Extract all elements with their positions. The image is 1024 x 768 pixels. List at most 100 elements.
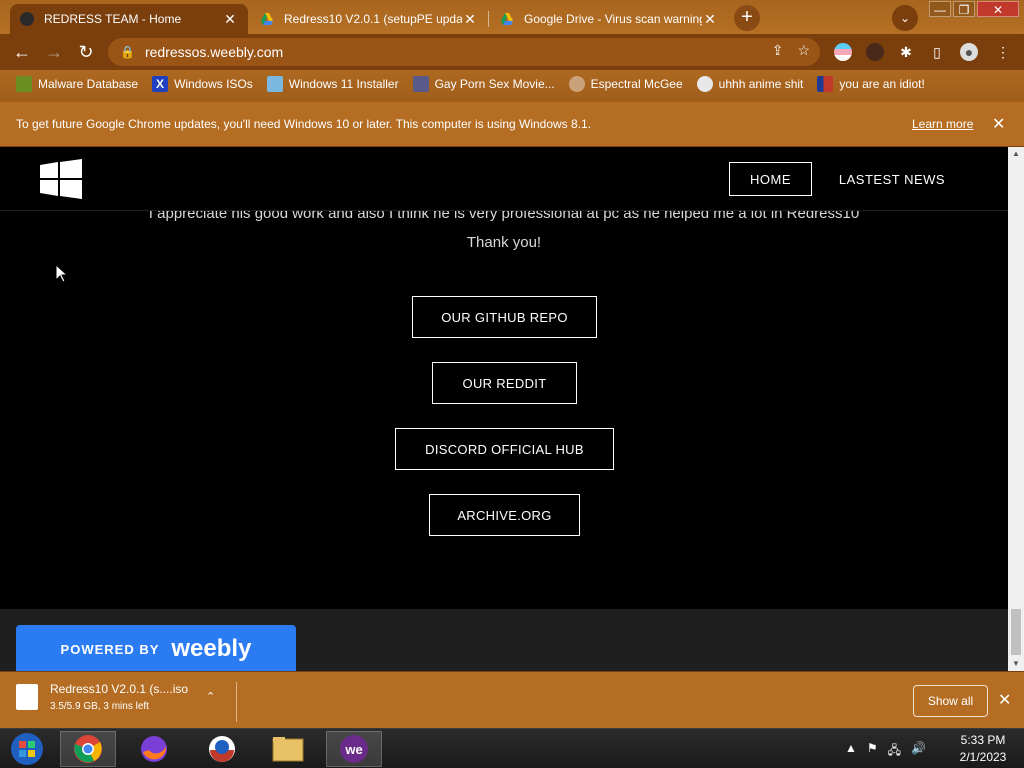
bookmark-label: Windows 11 Installer: [288, 77, 399, 91]
google-drive-icon: [260, 12, 274, 26]
browser-chrome: REDRESS TEAM - Home ✕ Redress10 V2.0.1 (…: [0, 0, 1024, 102]
reload-button[interactable]: ↻: [74, 40, 98, 64]
firefox-icon: [141, 736, 167, 762]
learn-more-link[interactable]: Learn more: [912, 117, 973, 131]
clock-time: 5:33 PM: [960, 733, 1006, 747]
bookmarks-bar: Malware Database X Windows ISOs Windows …: [0, 70, 1024, 98]
bookmark-label: Gay Porn Sex Movie...: [434, 77, 555, 91]
site-icon: [412, 76, 429, 92]
update-infobar: To get future Google Chrome updates, you…: [0, 102, 1024, 147]
web-page: I appreciate his good work and also I th…: [0, 147, 1008, 671]
svg-text:we: we: [344, 742, 362, 757]
download-status: 3.5/5.9 GB, 3 mins left: [50, 701, 149, 712]
system-tray: ▲ ⚑ 🖧 🔊: [845, 741, 926, 762]
infobar-close-icon[interactable]: ✕: [992, 114, 1005, 134]
powered-by-weebly-badge[interactable]: POWERED BY weebly: [16, 625, 296, 671]
tab-title: REDRESS TEAM - Home: [44, 12, 182, 26]
bookmark-malware-database[interactable]: Malware Database: [16, 76, 138, 92]
scroll-down-arrow-icon[interactable]: ▼: [1008, 657, 1024, 671]
site-header: HOME LASTEST NEWS: [0, 147, 1008, 211]
taskbar-clock[interactable]: 5:33 PM 2/1/2023: [948, 732, 1018, 766]
extensions-puzzle-icon[interactable]: ✱: [897, 43, 915, 61]
archive-org-button[interactable]: ARCHIVE.ORG: [429, 494, 580, 536]
nav-lastest-news[interactable]: LASTEST NEWS: [832, 162, 952, 196]
reddit-button[interactable]: OUR REDDIT: [432, 362, 577, 404]
taskbar-firefox[interactable]: [126, 731, 182, 767]
share-icon[interactable]: ⇪: [772, 42, 784, 59]
tab-close-icon[interactable]: ✕: [222, 11, 238, 28]
scrollbar-thumb[interactable]: [1011, 609, 1021, 655]
browser-toolbar: ← → ↻ 🔒 redressos.weebly.com ⇪ ☆ ✱ ▯ ● ⋮: [0, 34, 1024, 70]
avatar-icon: [568, 76, 585, 92]
profile-avatar-icon[interactable]: ●: [960, 43, 978, 61]
tab-google-drive-virus-scan[interactable]: Google Drive - Virus scan warning ✕: [490, 4, 728, 34]
obama-logo-icon: [209, 736, 235, 762]
bookmark-you-are-an-idiot[interactable]: you are an idiot!: [817, 76, 925, 92]
page-scrollbar[interactable]: ▲ ▼: [1008, 147, 1024, 671]
avatar-extension-icon[interactable]: [866, 43, 884, 61]
show-all-button[interactable]: Show all: [913, 685, 988, 717]
x-icon: X: [152, 76, 169, 92]
bookmark-label: Windows ISOs: [174, 77, 253, 91]
tab-title: Redress10 V2.0.1 (setupPE update: [284, 12, 462, 26]
forward-button[interactable]: →: [42, 40, 66, 64]
bookmark-label: Malware Database: [38, 77, 139, 91]
avatar-icon: [696, 76, 713, 92]
tray-expand-icon[interactable]: ▲: [845, 741, 857, 762]
tab-redress10-drive[interactable]: Redress10 V2.0.1 (setupPE update ✕: [250, 4, 488, 34]
lock-icon[interactable]: 🔒: [120, 45, 135, 59]
address-bar[interactable]: 🔒 redressos.weebly.com ⇪ ☆: [108, 38, 820, 66]
github-repo-button[interactable]: OUR GITHUB REPO: [412, 296, 597, 338]
bookmark-label: uhhh anime shit: [718, 77, 804, 91]
we-app-icon: we: [340, 735, 368, 763]
network-icon[interactable]: 🖧: [888, 741, 901, 762]
image-icon: [266, 76, 283, 92]
nav-home[interactable]: HOME: [729, 162, 812, 196]
scroll-up-arrow-icon[interactable]: ▲: [1008, 147, 1024, 161]
tab-close-icon[interactable]: ✕: [702, 11, 718, 28]
bookmark-espectral-mcgee[interactable]: Espectral McGee: [568, 76, 683, 92]
new-tab-button[interactable]: +: [734, 5, 760, 31]
taskbar-obama-icon-app[interactable]: [194, 731, 250, 767]
site-footer: POWERED BY weebly: [0, 609, 1008, 671]
download-bar-close-icon[interactable]: ✕: [998, 690, 1011, 710]
minimize-button[interactable]: —: [929, 1, 951, 17]
tab-separator: [488, 11, 489, 27]
start-button[interactable]: [0, 731, 54, 767]
taskbar-file-explorer[interactable]: [260, 731, 316, 767]
bookmark-site[interactable]: Gay Porn Sex Movie...: [412, 76, 555, 92]
windows-taskbar: we ▲ ⚑ 🖧 🔊 5:33 PM 2/1/2023: [0, 728, 1024, 768]
maximize-button[interactable]: ❐: [953, 1, 975, 17]
window-close-button[interactable]: ✕: [977, 1, 1019, 17]
back-button[interactable]: ←: [10, 40, 34, 64]
flag-icon: [817, 76, 834, 92]
side-panel-icon[interactable]: ▯: [928, 43, 946, 61]
action-center-flag-icon[interactable]: ⚑: [867, 741, 878, 762]
volume-icon[interactable]: 🔊: [911, 741, 926, 762]
bookmark-windows-isos[interactable]: X Windows ISOs: [152, 76, 253, 92]
bookmark-uhhh-anime[interactable]: uhhh anime shit: [696, 76, 804, 92]
weebly-favicon: [20, 12, 34, 26]
taskbar-chrome[interactable]: [60, 731, 116, 767]
taskbar-weebly[interactable]: we: [326, 731, 382, 767]
discord-hub-button[interactable]: DISCORD OFFICIAL HUB: [395, 428, 614, 470]
trans-flag-extension-icon[interactable]: [834, 43, 852, 61]
more-menu-icon[interactable]: ⋮: [994, 43, 1012, 61]
download-item[interactable]: Redress10 V2.0.1 (s....iso 3.5/5.9 GB, 3…: [16, 682, 215, 712]
start-orb-icon: [11, 733, 43, 765]
tab-title: Google Drive - Virus scan warning: [524, 12, 702, 26]
clock-date: 2/1/2023: [959, 750, 1007, 764]
tab-search-button[interactable]: ⌄: [892, 5, 918, 31]
file-icon: [16, 684, 38, 710]
bookmark-label: Espectral McGee: [590, 77, 683, 91]
tab-redress-team-home[interactable]: REDRESS TEAM - Home ✕: [10, 4, 248, 34]
download-filename: Redress10 V2.0.1 (s....iso: [50, 682, 189, 696]
bookmark-label: you are an idiot!: [839, 77, 925, 91]
bookmark-windows-11-installer[interactable]: Windows 11 Installer: [266, 76, 399, 92]
thank-you-text: Thank you!: [466, 234, 542, 251]
tab-close-icon[interactable]: ✕: [462, 11, 478, 28]
chevron-up-icon[interactable]: ⌃: [206, 690, 215, 703]
bookmark-star-icon[interactable]: ☆: [797, 42, 810, 59]
windows-logo-icon[interactable]: [40, 159, 84, 204]
chrome-icon: [74, 735, 102, 763]
